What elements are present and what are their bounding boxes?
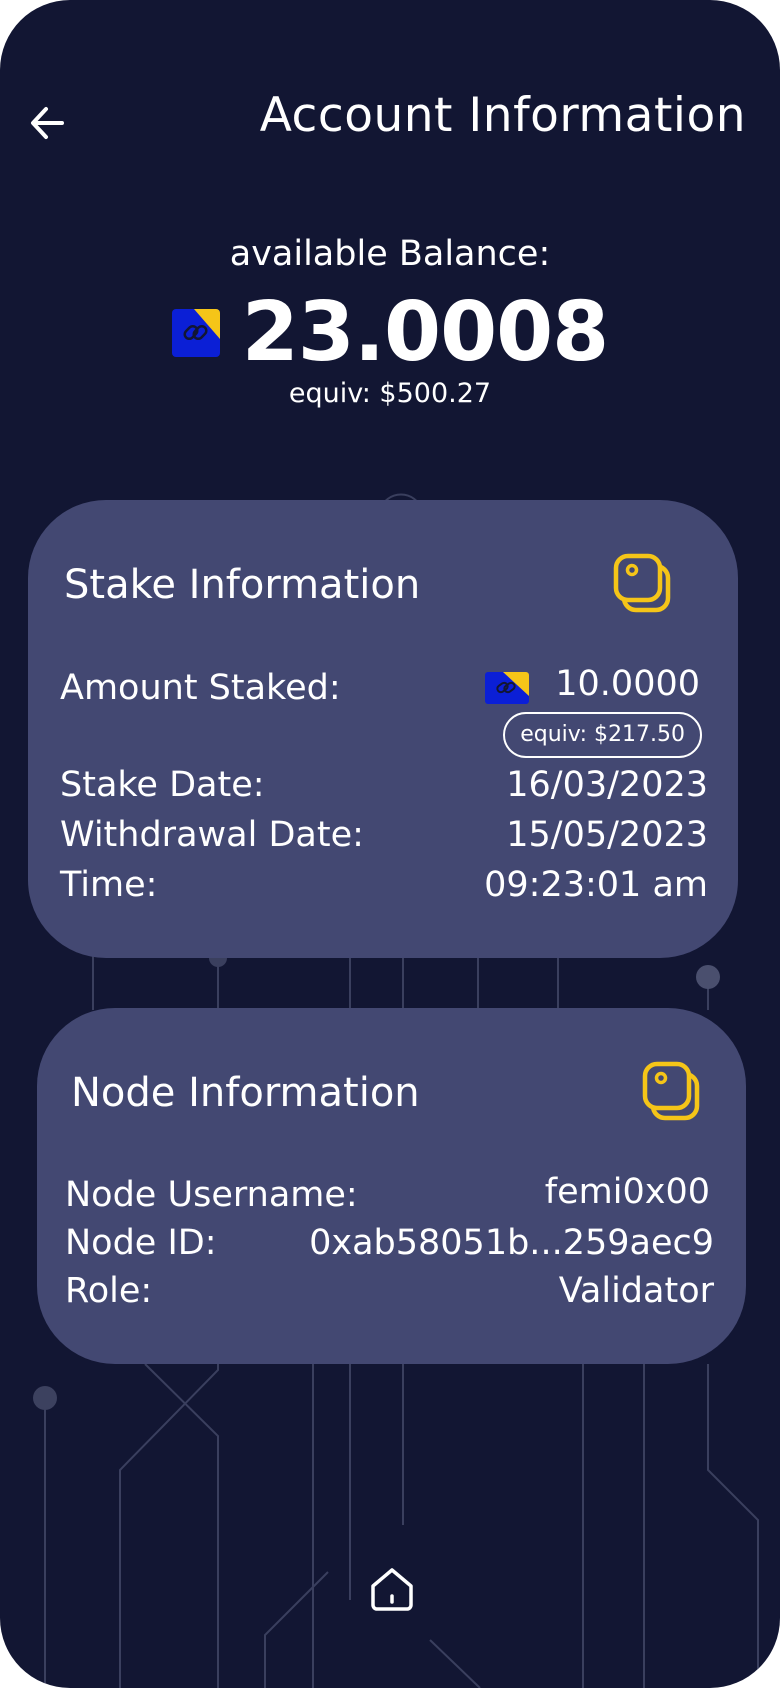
node-information-card: Node Information Node Username: femi0x00… — [37, 1008, 746, 1364]
stacked-tags-icon[interactable] — [612, 552, 674, 618]
balance-value: 23.0008 — [241, 285, 609, 380]
node-id-value: 0xab58051b...259aec9 — [309, 1223, 714, 1263]
stacked-tags-icon[interactable] — [641, 1060, 703, 1126]
back-button[interactable] — [28, 98, 68, 148]
stake-date-label: Stake Date: — [60, 765, 265, 805]
withdrawal-date-label: Withdrawal Date: — [60, 815, 364, 855]
arrow-left-icon — [31, 107, 64, 139]
home-button[interactable] — [369, 1566, 415, 1612]
node-card-title: Node Information — [71, 1070, 420, 1116]
home-icon — [371, 1568, 413, 1611]
app-screen: Account Information available Balance: 2… — [0, 0, 780, 1688]
time-label: Time: — [60, 865, 158, 905]
token-coin-icon — [171, 309, 220, 357]
balance-equiv: equiv: $500.27 — [288, 378, 492, 409]
stake-card-title: Stake Information — [64, 562, 421, 608]
time-value: 09:23:01 am — [484, 865, 708, 905]
amount-staked-value: 10.0000 — [555, 664, 700, 704]
role-label: Role: — [65, 1271, 153, 1311]
node-id-label: Node ID: — [65, 1223, 217, 1263]
node-username-value: femi0x00 — [544, 1172, 710, 1212]
node-username-label: Node Username: — [65, 1175, 358, 1215]
role-value: Validator — [558, 1271, 714, 1311]
page-title: Account Information — [259, 88, 746, 143]
balance-row: 23.0008 — [0, 286, 780, 380]
token-coin-icon — [485, 672, 529, 704]
amount-staked-label: Amount Staked: — [60, 668, 341, 708]
amount-staked-equiv: equiv: $217.50 — [503, 712, 702, 758]
withdrawal-date-value: 15/05/2023 — [506, 815, 708, 855]
balance-label: available Balance: — [229, 234, 551, 274]
stake-information-card: Stake Information Amount Staked: 10.0000… — [28, 500, 738, 958]
stake-date-value: 16/03/2023 — [506, 765, 708, 805]
